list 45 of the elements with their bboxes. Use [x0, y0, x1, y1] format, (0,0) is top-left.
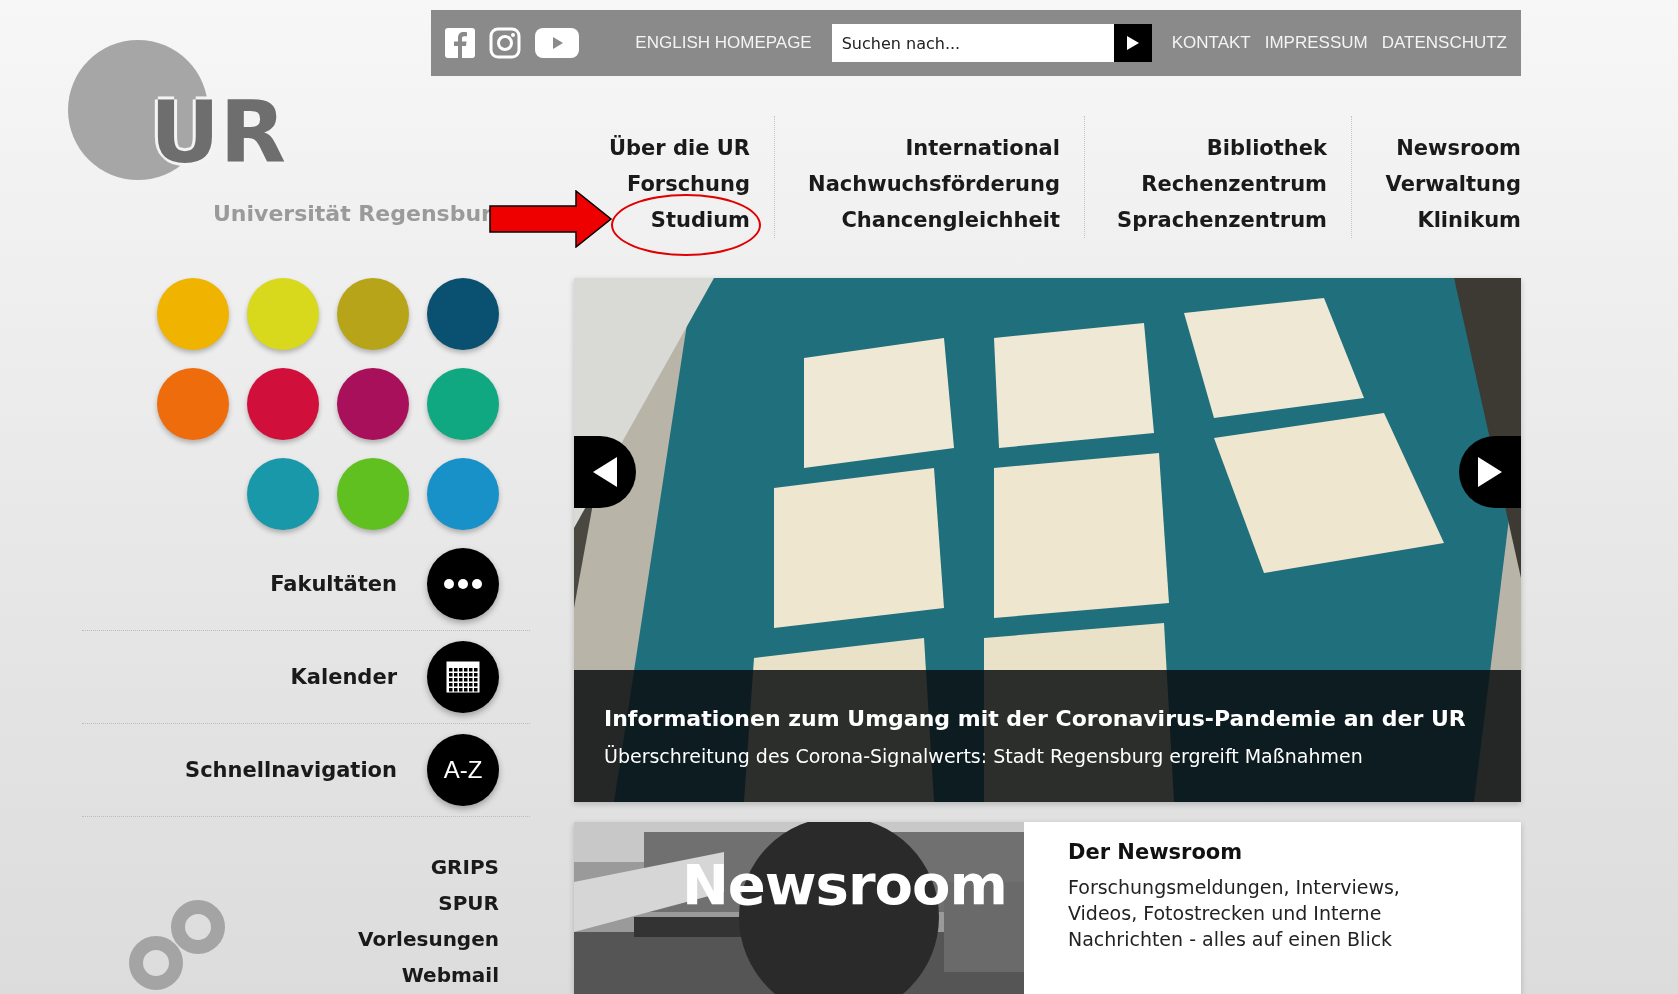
calendar-icon — [446, 661, 480, 693]
quick-link[interactable]: Fakultäten — [270, 572, 397, 596]
faculty-dot[interactable] — [337, 278, 409, 350]
nav-link[interactable]: Sprachenzentrum — [1117, 202, 1327, 238]
service-link[interactable]: Webmail — [401, 957, 499, 993]
chain-link-icon — [128, 897, 228, 993]
faculty-dot[interactable] — [247, 458, 319, 530]
quick-link[interactable]: Schnellnavigation — [185, 758, 397, 782]
card-title: Der Newsroom — [1068, 840, 1244, 864]
right-triangle-icon — [1478, 457, 1502, 487]
nav-link[interactable]: Newsroom — [1396, 130, 1521, 166]
nav-link[interactable]: Forschung — [626, 166, 750, 202]
round-button[interactable]: A-Z — [427, 734, 499, 806]
nav-link[interactable]: Verwaltung — [1385, 166, 1521, 202]
play-icon — [1126, 36, 1139, 50]
faculty-dot[interactable] — [157, 368, 229, 440]
nav-link[interactable]: Klinikum — [1417, 202, 1521, 238]
slide-subtitle: Überschreitung des Corona-Signalwerts: Stadt Regensburg ergreift Maßnahmen — [604, 744, 1364, 767]
round-button[interactable] — [427, 548, 499, 620]
service-link[interactable]: SPUR — [438, 885, 499, 921]
faculty-dot[interactable] — [157, 278, 229, 350]
left-triangle-icon — [593, 457, 617, 487]
faculty-dot[interactable] — [247, 368, 319, 440]
faculty-dot[interactable] — [247, 278, 319, 350]
nav-link[interactable]: International — [905, 130, 1060, 166]
card-text: Forschungsmeldungen, Interviews, Videos, Fotostrecken und Interne Nachrichten - alles auf einen Blick — [1068, 875, 1401, 952]
nav-link[interactable]: Nachwuchsförderung — [808, 166, 1060, 202]
quick-link[interactable]: Kalender — [290, 665, 397, 689]
nav-link[interactable]: Chancengleichheit — [841, 202, 1060, 238]
nav-link[interactable]: Bibliothek — [1206, 130, 1327, 166]
service-link[interactable]: Vorlesungen — [358, 921, 499, 957]
nav-link[interactable]: Über die UR — [609, 130, 750, 166]
round-button[interactable] — [427, 641, 499, 713]
faculty-dot[interactable] — [427, 458, 499, 530]
service-link[interactable]: GRIPS — [430, 849, 499, 885]
faculty-dot[interactable] — [337, 458, 409, 530]
search-button[interactable] — [1113, 24, 1152, 62]
faculty-dot[interactable] — [427, 368, 499, 440]
nav-link[interactable]: Studium — [650, 202, 750, 238]
nav-link[interactable]: Rechenzentrum — [1141, 166, 1327, 202]
more-icon — [444, 579, 482, 589]
faculty-dot[interactable] — [427, 278, 499, 350]
search-field[interactable]: Suchen nach... — [831, 24, 1114, 62]
slide-title: Informationen zum Umgang mit der Coronavirus-Pandemie an der UR — [604, 705, 1467, 731]
faculty-dot[interactable] — [337, 368, 409, 440]
